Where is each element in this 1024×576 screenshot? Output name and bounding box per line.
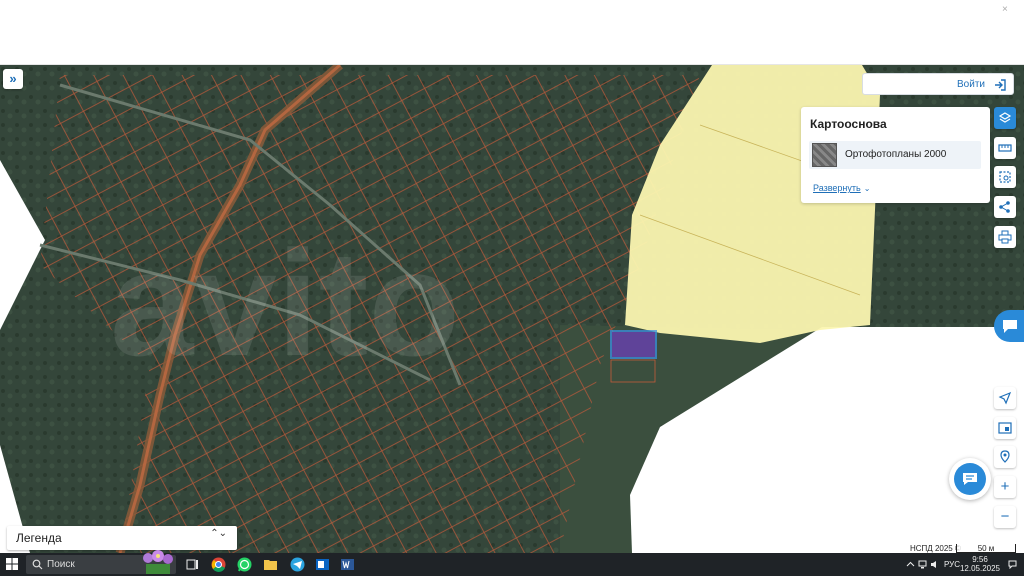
- activation-subtitle: Чтобы активировать Windows, перейдите в …: [742, 520, 984, 529]
- chat-button-inner: [954, 463, 986, 495]
- word-icon[interactable]: [339, 556, 356, 573]
- ruler-icon: [998, 144, 1012, 152]
- chevron-updown-icon: ⌃⌄: [210, 528, 227, 539]
- close-icon[interactable]: ×: [1002, 4, 1012, 15]
- login-button[interactable]: Войти: [862, 73, 1014, 95]
- share-button[interactable]: [994, 196, 1016, 218]
- avito-watermark: avito: [110, 219, 460, 387]
- file-explorer-icon[interactable]: [262, 556, 279, 573]
- map-toggle-icon: [998, 422, 1012, 434]
- print-icon: [998, 230, 1012, 244]
- top-header-bar: ×: [0, 0, 1024, 65]
- chat-icon: [963, 473, 977, 485]
- telegram-icon[interactable]: [289, 556, 306, 573]
- layers-button[interactable]: [994, 107, 1016, 129]
- layers-icon: [998, 112, 1012, 123]
- outlook-icon[interactable]: [314, 556, 331, 573]
- map-attribution: НСПД 2025 ©: [908, 544, 963, 553]
- print-button[interactable]: [994, 226, 1016, 248]
- basemap-panel: Картооснова Ортофотопланы 2000 Развернут…: [801, 107, 990, 203]
- chevron-down-icon: ⌄: [863, 184, 871, 193]
- expand-panel-button[interactable]: »: [3, 69, 23, 89]
- basemap-option-orthophoto[interactable]: Ортофотопланы 2000: [809, 141, 981, 169]
- selected-parcel: [610, 330, 657, 359]
- expand-link[interactable]: Развернуть ⌄: [813, 183, 870, 193]
- notifications-icon[interactable]: [1008, 560, 1017, 569]
- clock-time: 9:56: [972, 555, 988, 564]
- share-icon: [999, 201, 1010, 213]
- zoom-in-icon: +: [1000, 478, 1010, 495]
- login-label: Войти: [957, 79, 985, 90]
- zoom-out-button[interactable]: −: [994, 506, 1016, 528]
- clock-date: 12.05.2025: [959, 564, 1001, 573]
- ruler-button[interactable]: [994, 137, 1016, 159]
- select-area-icon: [999, 171, 1011, 183]
- basemap-title: Картооснова: [810, 117, 887, 131]
- my-location-button[interactable]: [994, 387, 1016, 409]
- network-icon[interactable]: [918, 560, 927, 569]
- map-toggle-button[interactable]: [994, 417, 1016, 439]
- select-area-button[interactable]: [994, 166, 1016, 188]
- whatsapp-icon[interactable]: [236, 556, 253, 573]
- pin-icon: [1000, 450, 1010, 463]
- chrome-icon[interactable]: [210, 556, 227, 573]
- clock[interactable]: 9:56 12.05.2025: [958, 555, 1002, 573]
- task-view-icon[interactable]: [184, 556, 201, 573]
- search-label: Поиск: [47, 559, 75, 570]
- legend-dropdown[interactable]: Легенда ⌃⌄: [7, 526, 237, 550]
- windows-taskbar: Поиск РУС 9:56 12.05.2025: [0, 550, 1024, 576]
- legend-label: Легенда: [16, 531, 62, 545]
- flowers-decoration-icon: [143, 550, 173, 574]
- windows-activation-watermark: Активация Windows Чтобы активировать Win…: [742, 505, 984, 529]
- zoom-out-icon: −: [1000, 508, 1010, 525]
- expand-link-label: Развернуть: [813, 183, 861, 193]
- activation-title: Активация Windows: [742, 505, 844, 517]
- basemap-thumbnail: [812, 143, 837, 167]
- pin-button[interactable]: [994, 446, 1016, 468]
- login-icon: [995, 79, 1006, 91]
- chat-button[interactable]: [949, 458, 991, 500]
- windows-start-icon[interactable]: [6, 558, 18, 570]
- scale-bar: 50 м: [956, 544, 1016, 553]
- volume-icon[interactable]: [930, 560, 939, 569]
- search-icon: [32, 559, 43, 570]
- chat-bubble-icon: [1003, 320, 1017, 333]
- basemap-option-label: Ортофотопланы 2000: [845, 149, 947, 160]
- zoom-in-button[interactable]: +: [994, 476, 1016, 498]
- location-arrow-icon: [998, 391, 1012, 405]
- chevron-up-icon[interactable]: [906, 560, 915, 569]
- support-chat-tab[interactable]: [994, 310, 1024, 342]
